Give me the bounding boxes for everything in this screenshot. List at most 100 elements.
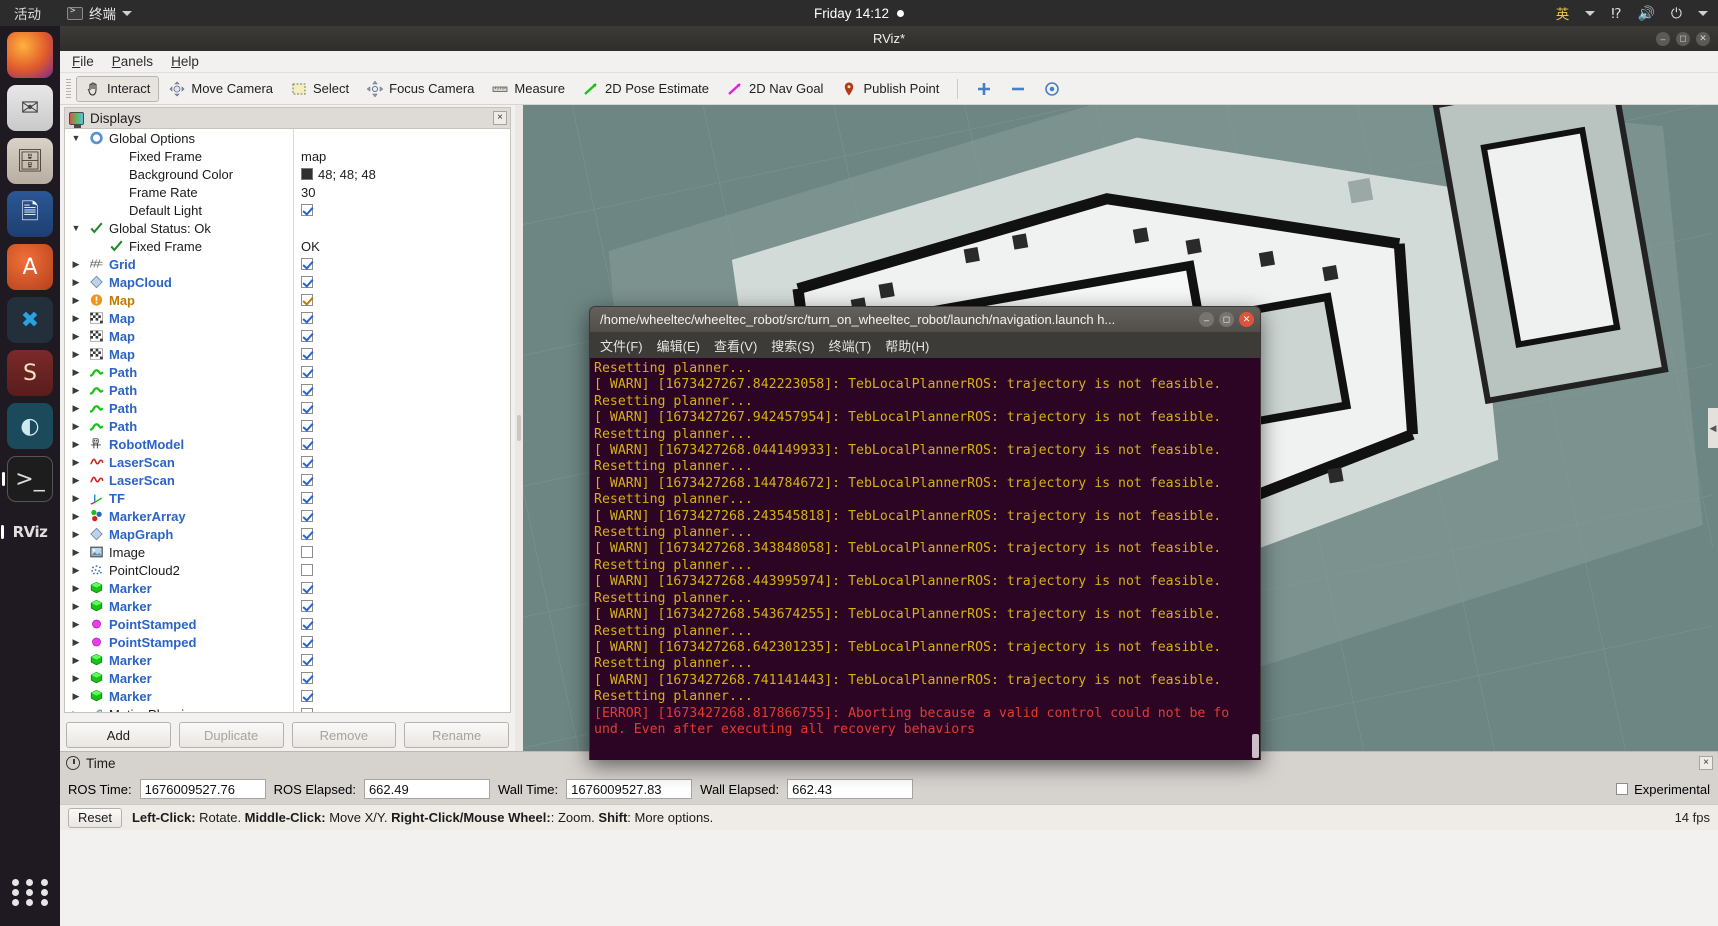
experimental-checkbox[interactable] [1616,783,1629,795]
display-row-value[interactable] [301,510,313,522]
display-row-value[interactable] [301,492,313,504]
display-row-value[interactable] [301,618,313,630]
display-visibility-checkbox[interactable] [301,492,313,504]
collapse-right-panel-handle[interactable]: ◀ [1708,408,1718,448]
display-visibility-checkbox[interactable] [301,276,313,288]
display-visibility-checkbox[interactable] [301,258,313,270]
display-visibility-checkbox[interactable] [301,618,313,630]
displays-tree[interactable]: ▼ Global Options Fixed Frame map Background … [64,129,511,713]
expand-arrow-right-icon[interactable]: ▶ [69,655,83,666]
dock-item-gazebo[interactable]: ◐ [7,403,53,449]
display-row-value[interactable] [301,600,313,612]
display-row[interactable]: Frame Rate 30 [65,183,510,201]
display-row[interactable]: Fixed Frame OK [65,237,510,255]
terminal-menu-view[interactable]: 查看(V) [714,336,757,355]
display-row[interactable]: ▶ PointStamped [65,615,510,633]
display-row-value[interactable] [301,582,313,594]
display-row-value[interactable] [301,384,313,396]
display-visibility-checkbox[interactable] [301,438,313,450]
remove-button[interactable]: Remove [291,722,397,748]
tool-select[interactable]: Select [283,77,357,101]
display-visibility-checkbox[interactable] [301,636,313,648]
expand-arrow-right-icon[interactable]: ▶ [69,547,83,558]
display-row-value[interactable] [301,348,313,360]
rename-button[interactable]: Rename [404,722,509,748]
display-row-value[interactable] [301,528,313,540]
display-row-value[interactable] [301,636,313,648]
display-visibility-checkbox[interactable] [301,474,313,486]
expand-arrow-right-icon[interactable]: ▶ [69,421,83,432]
display-row-value[interactable] [301,474,313,486]
terminal-menu-edit[interactable]: 编辑(E) [657,336,700,355]
expand-arrow-right-icon[interactable]: ▶ [69,493,83,504]
terminal-menu-help[interactable]: 帮助(H) [885,336,929,355]
minimize-icon[interactable]: – [1656,31,1670,46]
display-visibility-checkbox[interactable] [301,528,313,540]
display-visibility-checkbox[interactable] [301,384,313,396]
expand-arrow-right-icon[interactable]: ▶ [69,331,83,342]
display-row-value[interactable] [301,420,313,432]
display-visibility-checkbox[interactable] [301,402,313,414]
clock[interactable]: Friday 14:12 [814,6,905,21]
display-row-value[interactable] [301,456,313,468]
terminal-titlebar[interactable]: /home/wheeltec/wheeltec_robot/src/turn_o… [589,306,1261,332]
display-row[interactable]: ▶ Path [65,363,510,381]
display-visibility-checkbox[interactable] [301,654,313,666]
display-row[interactable]: ▶ TF [65,489,510,507]
tool-measure[interactable]: Measure [484,77,573,101]
display-visibility-checkbox[interactable] [301,672,313,684]
display-row-value[interactable] [301,204,313,216]
terminal-menu-search[interactable]: 搜索(S) [771,336,814,355]
display-row[interactable]: ▶ Path [65,399,510,417]
power-icon[interactable]: ⏻ [1671,5,1682,22]
activities-button[interactable]: 活动 [14,3,41,23]
maximize-icon[interactable]: ◻ [1676,31,1690,46]
dock-item-ubuntu-software[interactable]: A [7,244,53,290]
display-row-value[interactable] [301,330,313,342]
display-row[interactable]: ▶ MotionPlanning [65,705,510,712]
expand-arrow-right-icon[interactable]: ▶ [69,367,83,378]
close-icon[interactable]: ✕ [1696,31,1710,46]
display-visibility-checkbox[interactable] [301,366,313,378]
terminal-minimize-icon[interactable]: – [1199,312,1214,327]
display-row-value[interactable] [301,312,313,324]
display-visibility-checkbox[interactable] [301,600,313,612]
display-row[interactable]: ▶ RobotModel [65,435,510,453]
terminal-menu-file[interactable]: 文件(F) [600,336,643,355]
dock-item-thunderbird-mail[interactable]: ✉ [7,85,53,131]
display-row[interactable]: ▶ MapCloud [65,273,510,291]
display-visibility-checkbox[interactable] [301,564,313,576]
display-row-value[interactable] [301,438,313,450]
panel-splitter[interactable] [515,105,523,751]
expand-arrow-down-icon[interactable]: ▼ [69,223,83,233]
display-row-value[interactable] [301,258,313,270]
display-visibility-checkbox[interactable] [301,456,313,468]
display-row[interactable]: ▶ Marker [65,579,510,597]
display-row[interactable]: ▼ Global Status: Ok [65,219,510,237]
display-row[interactable]: ▶ Grid [65,255,510,273]
expand-arrow-right-icon[interactable]: ▶ [69,277,83,288]
display-visibility-checkbox[interactable] [301,420,313,432]
display-visibility-checkbox[interactable] [301,546,313,558]
display-visibility-checkbox[interactable] [301,690,313,702]
expand-arrow-right-icon[interactable]: ▶ [69,295,83,306]
display-row[interactable]: ▶ Marker [65,651,510,669]
time-panel-close-icon[interactable]: × [1699,756,1713,770]
expand-arrow-right-icon[interactable]: ▶ [69,259,83,270]
expand-arrow-right-icon[interactable]: ▶ [69,511,83,522]
dock-item-vs-code[interactable]: ✖ [7,297,53,343]
volume-icon[interactable]: 🔊 [1637,5,1654,22]
display-row[interactable]: Fixed Frame map [65,147,510,165]
display-row[interactable]: ▶ PointCloud2 [65,561,510,579]
display-row[interactable]: ▶ MapGraph [65,525,510,543]
display-row[interactable]: ▶ Map [65,291,510,309]
display-row[interactable]: ▶ MarkerArray [65,507,510,525]
experimental-toggle[interactable]: Experimental [1616,782,1710,797]
expand-arrow-right-icon[interactable]: ▶ [69,439,83,450]
display-row-value[interactable] [301,690,313,702]
tool-2d-pose-estimate[interactable]: 2D Pose Estimate [575,77,717,101]
expand-arrow-right-icon[interactable]: ▶ [69,385,83,396]
expand-arrow-right-icon[interactable]: ▶ [69,673,83,684]
expand-arrow-right-icon[interactable]: ▶ [69,583,83,594]
expand-arrow-right-icon[interactable]: ▶ [69,403,83,414]
